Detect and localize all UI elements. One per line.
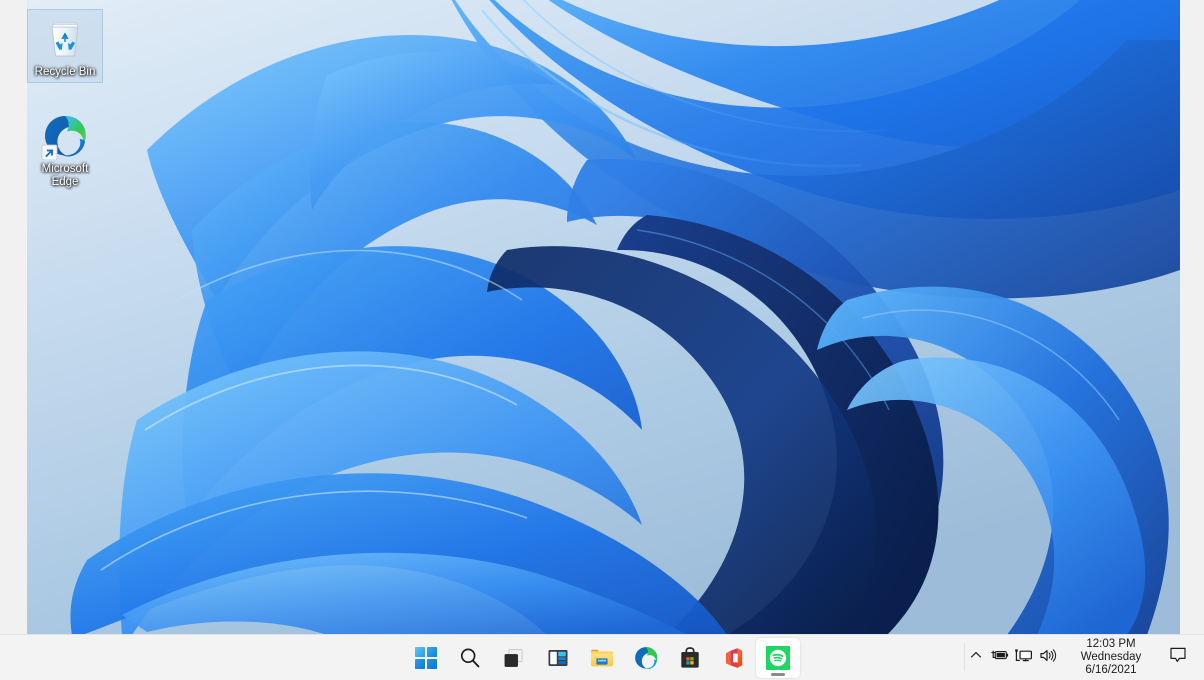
search-icon	[458, 646, 482, 670]
wallpaper-image	[27, 0, 1180, 635]
taskbar-search-button[interactable]	[448, 638, 492, 678]
shortcut-arrow-icon	[42, 145, 57, 160]
taskbar-edge-button[interactable]	[624, 638, 668, 678]
desktop-icon-recycle-bin[interactable]: Recycle Bin	[27, 9, 103, 83]
show-hidden-icons-button[interactable]	[964, 638, 988, 678]
network-button[interactable]	[1012, 638, 1036, 678]
network-monitor-icon	[1015, 648, 1033, 668]
clock-weekday: Wednesday	[1081, 651, 1142, 664]
folder-icon	[589, 645, 615, 671]
speaker-icon	[1039, 648, 1057, 668]
edge-icon	[633, 645, 659, 671]
taskbar-running-indicator	[771, 673, 785, 676]
taskbar-widgets-button[interactable]	[536, 638, 580, 678]
notifications-button[interactable]	[1158, 638, 1198, 678]
chevron-up-icon	[969, 648, 983, 667]
tray-icon-group	[964, 638, 1064, 678]
tray-divider	[964, 643, 965, 671]
battery-button[interactable]	[988, 638, 1012, 678]
windows-logo-icon	[415, 647, 437, 669]
taskbar-store-button[interactable]	[668, 638, 712, 678]
desktop-icon-label: Microsoft Edge	[27, 163, 103, 189]
spotify-icon	[766, 646, 790, 670]
taskbar-office-button[interactable]	[712, 638, 756, 678]
taskbar: 12:03 PM Wednesday 6/16/2021	[0, 634, 1204, 680]
clock-time: 12:03 PM	[1086, 638, 1135, 651]
battery-charging-icon	[991, 648, 1009, 667]
screen: Recycle Bin	[0, 0, 1204, 680]
office-icon	[722, 646, 746, 670]
desktop-icon-microsoft-edge[interactable]: Microsoft Edge	[27, 112, 103, 189]
system-tray: 12:03 PM Wednesday 6/16/2021	[964, 635, 1204, 680]
recycle-bin-icon	[41, 15, 89, 63]
clock-date: 6/16/2021	[1085, 664, 1136, 677]
desktop-wallpaper[interactable]: Recycle Bin	[27, 0, 1180, 635]
taskbar-task-view-button[interactable]	[492, 638, 536, 678]
desktop-icon-label: Recycle Bin	[28, 66, 102, 79]
store-bag-icon	[678, 646, 702, 670]
taskbar-clock[interactable]: 12:03 PM Wednesday 6/16/2021	[1064, 638, 1158, 677]
task-view-icon	[502, 646, 526, 670]
taskbar-file-explorer-button[interactable]	[580, 638, 624, 678]
taskbar-start-button[interactable]	[404, 638, 448, 678]
taskbar-spotify-button[interactable]	[756, 638, 800, 678]
edge-icon	[41, 112, 89, 160]
widgets-icon	[546, 646, 570, 670]
speech-bubble-icon	[1168, 645, 1188, 670]
volume-button[interactable]	[1036, 638, 1060, 678]
